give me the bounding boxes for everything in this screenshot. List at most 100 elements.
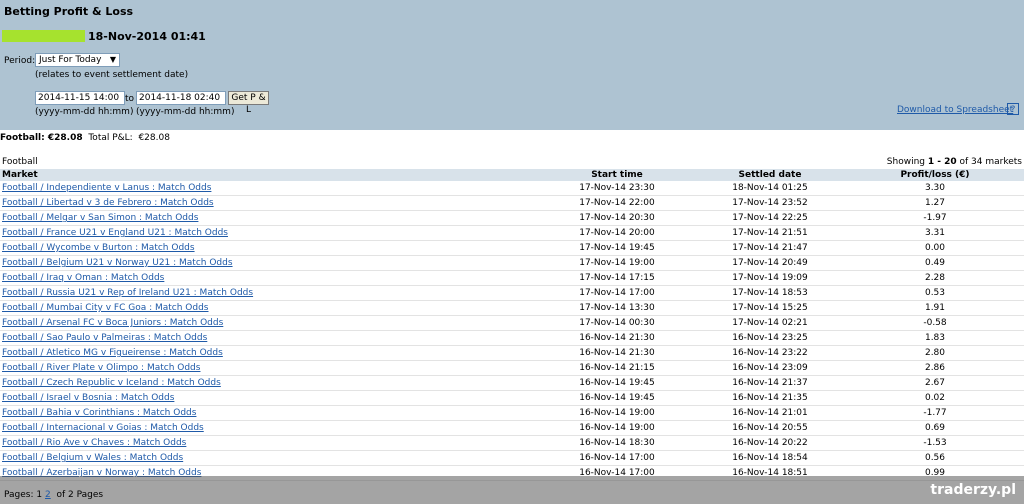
chevron-down-icon[interactable]: ▼ [110, 55, 116, 64]
start-time-cell: 17-Nov-14 17:15 [540, 270, 694, 286]
total-pl-label: Total P&L: [88, 133, 133, 143]
pages-label: Pages: [4, 490, 34, 500]
table-row: Football / Independiente v Lanus : Match… [0, 181, 1024, 196]
column-header-start-time[interactable]: Start time [540, 169, 694, 181]
start-time-cell: 16-Nov-14 19:45 [540, 390, 694, 406]
profit-loss-cell: 2.80 [846, 345, 1024, 361]
market-link[interactable]: Football / Belgium U21 v Norway U21 : Ma… [0, 258, 233, 268]
profit-loss-cell: -1.97 [846, 210, 1024, 226]
pagination: Pages: 1 2 of 2 Pages [4, 490, 103, 500]
market-cell: Football / Czech Republic v Iceland : Ma… [0, 375, 540, 391]
table-row: Football / Atletico MG v Figueirense : M… [0, 345, 1024, 361]
market-cell: Football / Atletico MG v Figueirense : M… [0, 345, 540, 361]
start-time-cell: 17-Nov-14 20:00 [540, 225, 694, 241]
help-icon[interactable]: ? [1007, 103, 1019, 115]
market-link[interactable]: Football / Independiente v Lanus : Match… [0, 183, 211, 193]
period-select[interactable]: Just For Today ▼ [35, 53, 120, 67]
market-cell: Football / Iraq v Oman : Match Odds [0, 270, 540, 286]
profit-loss-cell: 0.53 [846, 285, 1024, 301]
market-link[interactable]: Football / Wycombe v Burton : Match Odds [0, 243, 195, 253]
from-date-input[interactable]: 2014-11-15 14:00 [35, 91, 125, 105]
profit-loss-cell: 3.30 [846, 181, 1024, 196]
username-highlight [2, 30, 85, 42]
settled-date-cell: 16-Nov-14 23:09 [694, 360, 846, 376]
market-link[interactable]: Football / Arsenal FC v Boca Juniors : M… [0, 318, 223, 328]
table-row: Football / France U21 v England U21 : Ma… [0, 225, 1024, 241]
settled-date-cell: 17-Nov-14 18:53 [694, 285, 846, 301]
pages-of-label: of 2 Pages [56, 490, 104, 500]
start-time-cell: 16-Nov-14 21:15 [540, 360, 694, 376]
start-time-cell: 17-Nov-14 00:30 [540, 315, 694, 331]
column-header-profit-loss[interactable]: Profit/loss (€) [846, 169, 1024, 181]
market-cell: Football / Sao Paulo v Palmeiras : Match… [0, 330, 540, 346]
get-pl-button[interactable]: Get P & L [228, 91, 269, 115]
period-select-value: Just For Today [39, 55, 102, 65]
markets-table: Market Start time Settled date Profit/lo… [0, 169, 1024, 481]
market-cell: Football / Libertad v 3 de Febrero : Mat… [0, 195, 540, 211]
market-cell: Football / Belgium U21 v Norway U21 : Ma… [0, 255, 540, 271]
market-link[interactable]: Football / Israel v Bosnia : Match Odds [0, 393, 174, 403]
market-cell: Football / Bahia v Corinthians : Match O… [0, 405, 540, 421]
profit-loss-cell: -1.53 [846, 435, 1024, 451]
download-spreadsheet-link[interactable]: Download to Spreadsheet [897, 105, 1013, 115]
profit-loss-cell: 0.00 [846, 240, 1024, 256]
profit-loss-cell: 1.27 [846, 195, 1024, 211]
market-link[interactable]: Football / Melgar v San Simon : Match Od… [0, 213, 198, 223]
to-date-format-hint: (yyyy-mm-dd hh:mm) [136, 107, 235, 117]
market-link[interactable]: Football / Libertad v 3 de Febrero : Mat… [0, 198, 214, 208]
market-link[interactable]: Football / Sao Paulo v Palmeiras : Match… [0, 333, 207, 343]
profit-loss-cell: 2.86 [846, 360, 1024, 376]
market-link[interactable]: Football / Internacional v Goias : Match… [0, 423, 204, 433]
to-label: to [125, 94, 135, 104]
market-link[interactable]: Football / Russia U21 v Rep of Ireland U… [0, 288, 253, 298]
market-cell: Football / Melgar v San Simon : Match Od… [0, 210, 540, 226]
profit-loss-cell: 0.49 [846, 255, 1024, 271]
page-title: Betting Profit & Loss [4, 5, 134, 18]
market-link[interactable]: Football / River Plate v Olimpo : Match … [0, 363, 200, 373]
table-row: Football / Iraq v Oman : Match Odds 17-No… [0, 270, 1024, 286]
market-cell: Football / Independiente v Lanus : Match… [0, 181, 540, 196]
market-link[interactable]: Football / Bahia v Corinthians : Match O… [0, 408, 196, 418]
period-label: Period: [4, 56, 36, 66]
table-row: Football / Bahia v Corinthians : Match O… [0, 405, 1024, 421]
start-time-cell: 17-Nov-14 20:30 [540, 210, 694, 226]
settled-date-cell: 17-Nov-14 15:25 [694, 300, 846, 316]
settled-date-cell: 18-Nov-14 01:25 [694, 181, 846, 196]
settled-date-cell: 16-Nov-14 23:22 [694, 345, 846, 361]
settled-date-cell: 16-Nov-14 21:37 [694, 375, 846, 391]
table-row: Football / Arsenal FC v Boca Juniors : M… [0, 315, 1024, 331]
start-time-cell: 17-Nov-14 22:00 [540, 195, 694, 211]
market-link[interactable]: Football / Mumbai City v FC Goa : Match … [0, 303, 209, 313]
profit-loss-cell: -0.58 [846, 315, 1024, 331]
showing-count: Showing 1 - 20 of 34 markets [886, 157, 1022, 167]
column-header-market[interactable]: Market [0, 169, 540, 181]
column-header-settled-date[interactable]: Settled date [694, 169, 846, 181]
table-row: Football / Belgium U21 v Norway U21 : Ma… [0, 255, 1024, 271]
market-cell: Football / Wycombe v Burton : Match Odds [0, 240, 540, 256]
page-current: 1 [36, 490, 43, 500]
market-cell: Football / Mumbai City v FC Goa : Match … [0, 300, 540, 316]
table-row: Football / Wycombe v Burton : Match Odds… [0, 240, 1024, 256]
market-link[interactable]: Football / Belgium v Wales : Match Odds [0, 453, 183, 463]
market-link[interactable]: Football / Rio Ave v Chaves : Match Odds [0, 438, 186, 448]
profit-loss-cell: -1.77 [846, 405, 1024, 421]
to-date-input[interactable]: 2014-11-18 02:40 [136, 91, 226, 105]
start-time-cell: 17-Nov-14 13:30 [540, 300, 694, 316]
market-link[interactable]: Football / Iraq v Oman : Match Odds [0, 273, 164, 283]
watermark-bar [0, 476, 1024, 504]
table-row: Football / Mumbai City v FC Goa : Match … [0, 300, 1024, 316]
market-link[interactable]: Football / France U21 v England U21 : Ma… [0, 228, 228, 238]
from-date-format-hint: (yyyy-mm-dd hh:mm) [35, 107, 134, 117]
market-link[interactable]: Football / Czech Republic v Iceland : Ma… [0, 378, 221, 388]
market-cell: Football / River Plate v Olimpo : Match … [0, 360, 540, 376]
page-link-2[interactable]: 2 [45, 490, 51, 500]
market-cell: Football / France U21 v England U21 : Ma… [0, 225, 540, 241]
table-row: Football / Belgium v Wales : Match Odds 1… [0, 450, 1024, 466]
table-row: Football / Czech Republic v Iceland : Ma… [0, 375, 1024, 391]
profit-loss-cell: 2.28 [846, 270, 1024, 286]
start-time-cell: 16-Nov-14 19:45 [540, 375, 694, 391]
market-cell: Football / Arsenal FC v Boca Juniors : M… [0, 315, 540, 331]
header-panel: Betting Profit & Loss 18-Nov-2014 01:41 … [0, 0, 1024, 130]
market-cell: Football / Russia U21 v Rep of Ireland U… [0, 285, 540, 301]
market-link[interactable]: Football / Atletico MG v Figueirense : M… [0, 348, 223, 358]
